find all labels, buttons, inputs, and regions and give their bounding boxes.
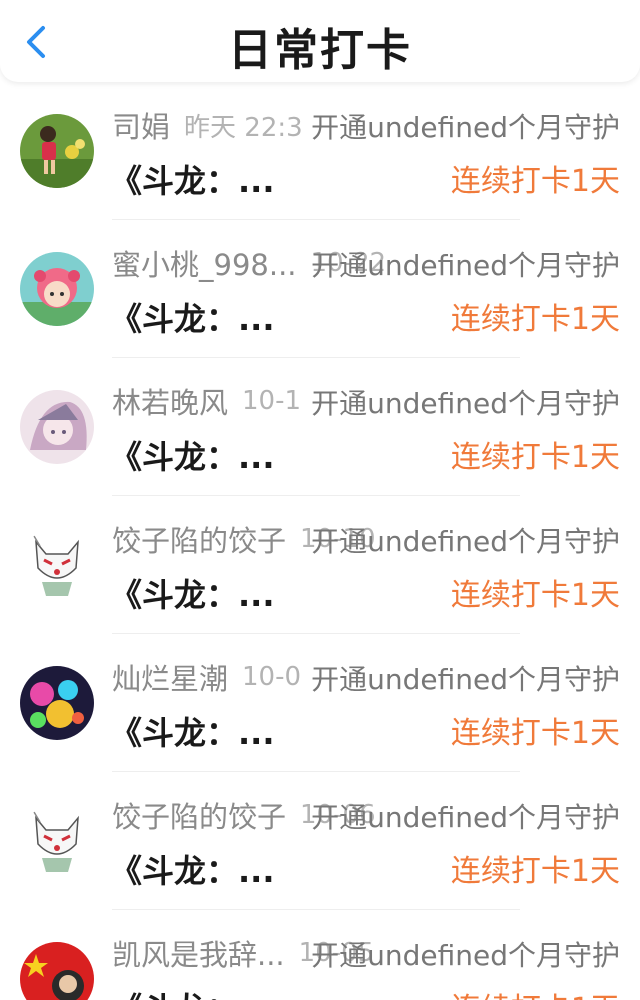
top-bar: 日常打卡	[0, 0, 640, 82]
user-name[interactable]: 灿烂星潮	[112, 662, 228, 696]
user-name[interactable]: 饺子陷的饺子	[112, 800, 286, 834]
list-item[interactable]: 司娟 昨天 22:3 开通undefined个月守护 《斗龙：... 连续打卡1天	[0, 82, 640, 220]
checkin-list: 司娟 昨天 22:3 开通undefined个月守护 《斗龙：... 连续打卡1天…	[0, 82, 640, 1000]
guard-text: 开通undefined个月守护	[311, 939, 620, 972]
work-title: 《斗龙：...	[110, 852, 275, 890]
streak-label: 连续打卡1天	[450, 302, 620, 337]
flag-avatar[interactable]	[20, 942, 94, 1000]
fox-mask-avatar[interactable]	[20, 804, 94, 878]
colorful-game-avatar[interactable]	[20, 666, 94, 740]
work-title: 《斗龙：...	[110, 714, 275, 752]
user-name[interactable]: 林若晚风	[112, 386, 228, 420]
streak-label: 连续打卡1天	[450, 440, 620, 475]
anime-girl-avatar[interactable]	[20, 252, 94, 326]
time-text: 10-1	[242, 386, 302, 416]
streak-label: 连续打卡1天	[450, 854, 620, 889]
work-title: 《斗龙：...	[110, 438, 275, 476]
user-name[interactable]: 蜜小桃_998...	[112, 248, 297, 282]
work-title: 《斗龙：...	[110, 984, 274, 1000]
work-title: 《斗龙：...	[110, 300, 275, 338]
list-item[interactable]: 饺子陷的饺子 10-06 开通undefined个月守护 《斗龙：... 连续打卡…	[0, 772, 640, 910]
work-title: 《斗龙：...	[110, 162, 275, 200]
guard-text: 开通undefined个月守护	[311, 387, 620, 420]
guard-text: 开通undefined个月守护	[311, 525, 620, 558]
work-title: 《斗龙：...	[110, 576, 275, 614]
streak-label: 连续打卡1天	[450, 578, 620, 613]
user-name[interactable]: 凯风是我辞...	[112, 938, 285, 972]
streak-label: 连续打卡1天	[451, 984, 620, 1000]
list-item[interactable]: 饺子陷的饺子 10-10 开通undefined个月守护 《斗龙：... 连续打卡…	[0, 496, 640, 634]
page-title: 日常打卡	[228, 25, 412, 76]
streak-label: 连续打卡1天	[450, 716, 620, 751]
time-text: 10-0	[242, 662, 302, 692]
time-text: 昨天 22:3	[184, 112, 303, 143]
list-item[interactable]: 蜜小桃_998... 10-22 开通undefined个月守护 《斗龙：... …	[0, 220, 640, 358]
guard-text: 开通undefined个月守护	[311, 111, 620, 144]
user-name[interactable]: 饺子陷的饺子	[112, 524, 286, 558]
fox-mask-avatar[interactable]	[20, 528, 94, 602]
list-item[interactable]: 灿烂星潮 10-0 开通undefined个月守护 《斗龙：... 连续打卡1天	[0, 634, 640, 772]
guard-text: 开通undefined个月守护	[311, 801, 620, 834]
sketch-girl-avatar[interactable]	[20, 390, 94, 464]
list-item[interactable]: 凯风是我辞...10-05 开通undefined个月守护 《斗龙：... 连续…	[0, 910, 640, 1000]
guard-text: 开通undefined个月守护	[311, 663, 620, 696]
user-name[interactable]: 司娟	[112, 110, 170, 144]
guard-text: 开通undefined个月守护	[311, 249, 620, 282]
child-photo-avatar[interactable]	[20, 114, 94, 188]
streak-label: 连续打卡1天	[450, 164, 620, 199]
list-item[interactable]: 林若晚风 10-1 开通undefined个月守护 《斗龙：... 连续打卡1天	[0, 358, 640, 496]
